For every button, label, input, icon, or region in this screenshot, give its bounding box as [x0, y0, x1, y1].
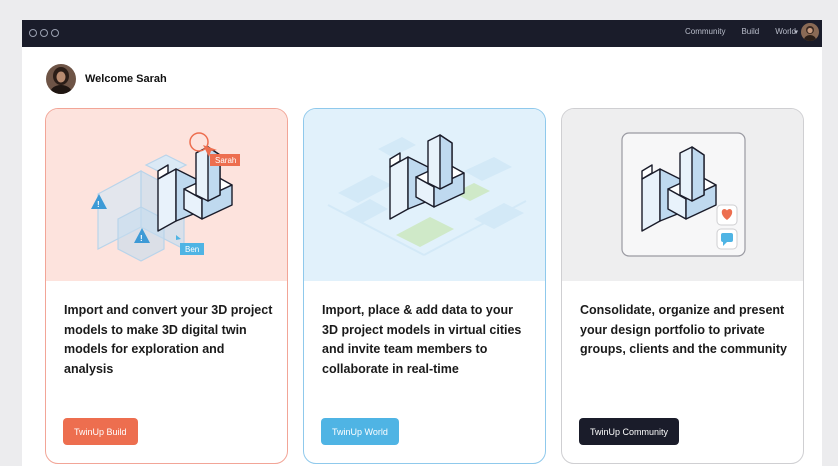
user-menu[interactable]: ▾	[794, 23, 819, 41]
chevron-down-icon[interactable]: ▾	[794, 28, 798, 36]
nav-build-link[interactable]: Build	[741, 27, 759, 36]
twinup-world-button[interactable]: TwinUp World	[321, 418, 399, 445]
build-description: Import and convert your 3D project model…	[64, 303, 273, 376]
community-card: Consolidate, organize and present your d…	[561, 108, 804, 464]
community-illustration	[562, 109, 803, 281]
main-nav: Community Build World	[685, 27, 796, 36]
twinup-build-button[interactable]: TwinUp Build	[63, 418, 138, 445]
community-description: Consolidate, organize and present your d…	[580, 303, 787, 356]
user-avatar-small[interactable]	[801, 23, 819, 41]
window-dot-icon[interactable]	[51, 29, 59, 37]
window-dot-icon[interactable]	[40, 29, 48, 37]
app-window: Community Build World ▾ Welcome Sarah Sa…	[22, 20, 822, 466]
sarah-cursor-label: Sarah	[215, 156, 236, 165]
welcome-title: Welcome Sarah	[85, 73, 167, 85]
world-description: Import, place & add data to your 3D proj…	[322, 303, 522, 376]
welcome-header: Welcome Sarah	[46, 64, 167, 94]
window-dot-icon[interactable]	[29, 29, 37, 37]
scrollbar-track[interactable]	[829, 20, 838, 466]
build-illustration: Sarah ! ! Ben	[46, 109, 287, 281]
top-nav-bar: Community Build World ▾	[22, 20, 822, 47]
nav-world-link[interactable]: World	[775, 27, 796, 36]
window-controls	[29, 29, 59, 37]
nav-community-link[interactable]: Community	[685, 27, 725, 36]
svg-text:!: !	[97, 200, 100, 209]
build-card: Sarah ! ! Ben Import and convert your 3D…	[45, 108, 288, 464]
svg-text:!: !	[140, 234, 143, 243]
ben-cursor-label: Ben	[185, 245, 199, 254]
world-illustration	[304, 109, 545, 281]
twinup-community-button[interactable]: TwinUp Community	[579, 418, 680, 445]
world-card: Import, place & add data to your 3D proj…	[303, 108, 546, 464]
user-avatar	[46, 64, 76, 94]
